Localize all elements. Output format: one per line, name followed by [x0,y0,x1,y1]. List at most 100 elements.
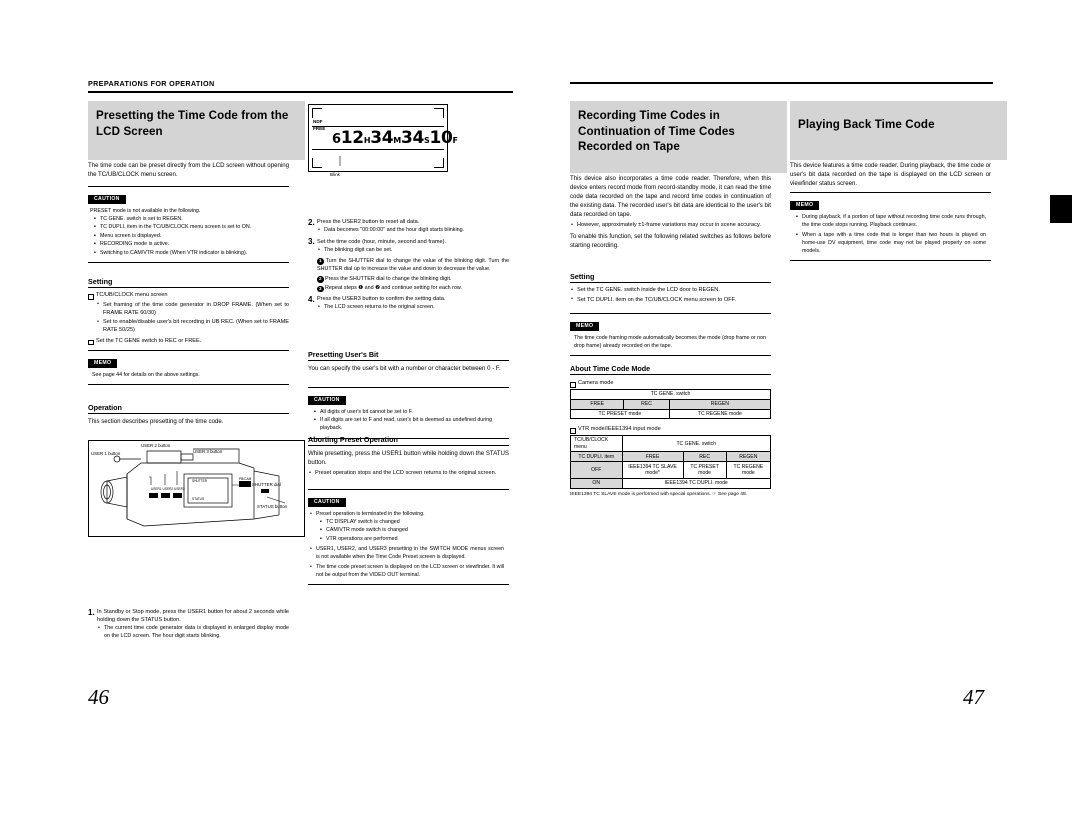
setting-right-item: Set the TC GENE. switch inside the LCD d… [570,285,771,294]
label-user1-button: USER 1 button [91,451,121,456]
setting-block-left: Setting TC/UB/CLOCK menu screen Set fram… [88,277,289,346]
label-status-button: STATUS button [257,504,288,509]
section-title-playback: Playing Back Time Code [790,101,1007,160]
step-3-number: 3. [308,237,315,247]
caution-2-item: •If all digits are set to F and read, us… [314,417,504,433]
section-title-recording-text: Recording Time Codes in Continuation of … [578,109,735,154]
right-page-rule [570,82,993,84]
aborting-text: While presetting, press the USER1 button… [308,450,509,467]
memo-1-text: See page 44 for details on the above set… [92,372,200,378]
running-head: PREPARATIONS FOR OPERATION [88,79,215,88]
section-title-recording: Recording Time Codes in Continuation of … [570,101,787,173]
table1-cell-preset: TC PRESET mode [570,408,670,420]
section-title-presetting-text: Presetting the Time Code from the LCD Sc… [96,109,289,138]
table2-caption: VTR mode/IEEE1394 input mode [570,425,771,435]
caution-tab-2: CAUTION [308,396,346,405]
label-shutter-dial: SHUTTER dial [252,482,281,487]
step-4-number: 4. [308,294,315,304]
caution-1-item: •Menu screen is displayed. [94,233,284,241]
memo-tab-playback: MEMO [790,201,820,210]
label-buttons-row: USER1 USER2 USER3 [151,487,185,491]
users-bit-block: Presetting User's Bit You can specify th… [308,350,509,373]
intro-recording-tail: To enable this function, set the followi… [570,233,771,250]
caution-3-item: •TC DISPLAY switch is changed [320,519,504,527]
operation-block: Operation This section describes presett… [88,403,289,426]
table2-cell-preset: TC PRESET mode [682,461,727,479]
memo-tab-recording: MEMO [570,322,600,331]
intro-paragraph-left: The time code can be preset directly fro… [88,161,289,179]
table2-col-regen: REGEN [725,451,772,463]
step-2-text: Press the USER2 button to reset all data… [317,219,420,225]
setting-block-right: Setting Set the TC GENE. switch inside t… [570,272,771,305]
intro-text-left: The time code can be preset directly fro… [88,162,289,179]
caution-1-item: •Switching to CAM/VTR mode (When VTR ind… [94,250,284,258]
operation-text: This section describes presetting of the… [88,418,224,425]
caution-1-lead: PRESET mode is not available in the foll… [90,208,201,214]
caution-3-lead: • Preset operation is terminated in the f… [310,511,425,517]
setting-right-item: Set TC DUPLI. item on the TC/UB/CLOCK me… [570,295,771,304]
memo-playback-item: •When a tape with a time code that is lo… [796,232,986,256]
step-3-circle-3: 3 Repeat steps ❶ and ❷ and continue sett… [317,285,463,293]
section-title-playback-text: Playing Back Time Code [798,118,935,131]
lcd-blink-label: Blink [330,172,340,177]
step-2-number: 2. [308,217,315,227]
caution-1-item: •RECORDING mode is active. [94,241,284,249]
step-4-text: Press the USER3 button to confirm the se… [317,296,446,303]
table2-cell-dupli: IEEE1394 TC DUPLI. mode [621,477,771,489]
aborting-sub: Preset operation stops and the LCD scree… [308,469,509,477]
step-3-circle-2: 2 Press the SHUTTER dial to change the b… [317,275,452,283]
table2-col-rec: REC [682,451,727,463]
caution-3-item: •VTR operations are performed [320,536,504,544]
intro-recording-bullet: However, approximately ±1-frame variatio… [570,221,771,229]
time-code-mode-table-vtr: TC/UB/CLOCK menu TC GENE. switch TC DUPL… [570,435,772,489]
caution-3-extra: • The time code preset screen is displaye… [310,563,504,578]
memo-box-recording: MEMO The time code framing mode automati… [570,313,771,356]
running-head-block: PREPARATIONS FOR OPERATION [88,79,513,93]
caution-2-item: •All digits of user's bit cannot be set … [314,409,504,417]
table2-cell-regene: TC REGENE mode [725,461,772,479]
table1-col-rec: REC [623,398,670,410]
step-2-sub: Data becomes "00:00:00" and the hour dig… [317,227,509,235]
memo-recording-text: The time code framing mode automatically… [574,335,766,349]
step-3-text: Set the time code (hour, minute, second … [317,238,447,245]
intro-paragraph-playback: This device features a time code reader.… [790,161,991,188]
manual-page-spread: PREPARATIONS FOR OPERATION Presetting th… [0,0,1080,834]
intro-text-recording: This device also incorporates a time cod… [570,175,771,219]
label-user2-button: USER 2 button [141,443,171,448]
caution-3-item: •CAM/VTR mode switch is changed [320,527,504,535]
label-lcd2: STATUS [192,497,205,501]
label-panel-text: PB/CAM [239,477,252,481]
time-code-mode-table-camera: TC GENE. switch FREE REC REGEN TC PRESET… [569,388,772,420]
edge-index-tab [1050,195,1072,223]
users-bit-heading: Presetting User's Bit [308,350,509,361]
step-1-number: 1. [88,607,95,617]
caution-1-item: •TC DUPLI. item in the TC/UB/CLOCK menu … [94,224,284,232]
step-3-circle-1: 1 Turn the SHUTTER dial to change the va… [317,257,509,272]
about-time-code-heading: About Time Code Mode [570,364,771,375]
step-1-sub: The current time code generator data is … [97,625,289,641]
step-4-sub: The LCD screen returns to the original s… [317,304,509,312]
caution-tab-3: CAUTION [308,498,346,507]
setting-heading-right: Setting [570,272,771,283]
memo-box-1: MEMO See page 44 for details on the abov… [88,350,289,385]
setting-item: TC/UB/CLOCK menu screen [88,291,289,300]
caution-1-item: •TC GENE. switch is set to REGEN. [94,216,284,224]
page-number-right: 47 [963,685,984,709]
table2-cell-slave: IEEE1394 TC SLAVE mode* [621,461,684,479]
aborting-heading: Aborting Preset Operation [308,435,509,446]
setting-subitem: Set framing of the time code generator i… [96,300,289,317]
memo-box-playback: MEMO •During playback, if a portion of t… [790,192,991,262]
setting-subitem: Set to enable/disable user's bit recordi… [96,318,289,334]
caution-box-3: CAUTION • Preset operation is terminated … [308,489,509,585]
table1-col-free: FREE [569,398,625,410]
table1-header-span: TC GENE. switch [570,388,771,400]
caution-tab-1: CAUTION [88,195,126,204]
table1-cell-regene: TC REGENE mode [668,408,772,420]
step-1-text: In Standby or Stop mode, press the USER1… [97,609,289,624]
setting-item: Set the TC GENE switch to REC or FREE. [88,337,289,346]
setting-heading-left: Setting [88,277,289,288]
lcd-frame-unit: F [452,136,458,145]
aborting-block: Aborting Preset Operation While presetti… [308,435,509,479]
caution-box-1: CAUTION PRESET mode is not available in … [88,186,289,264]
memo-tab-1: MEMO [88,359,118,368]
